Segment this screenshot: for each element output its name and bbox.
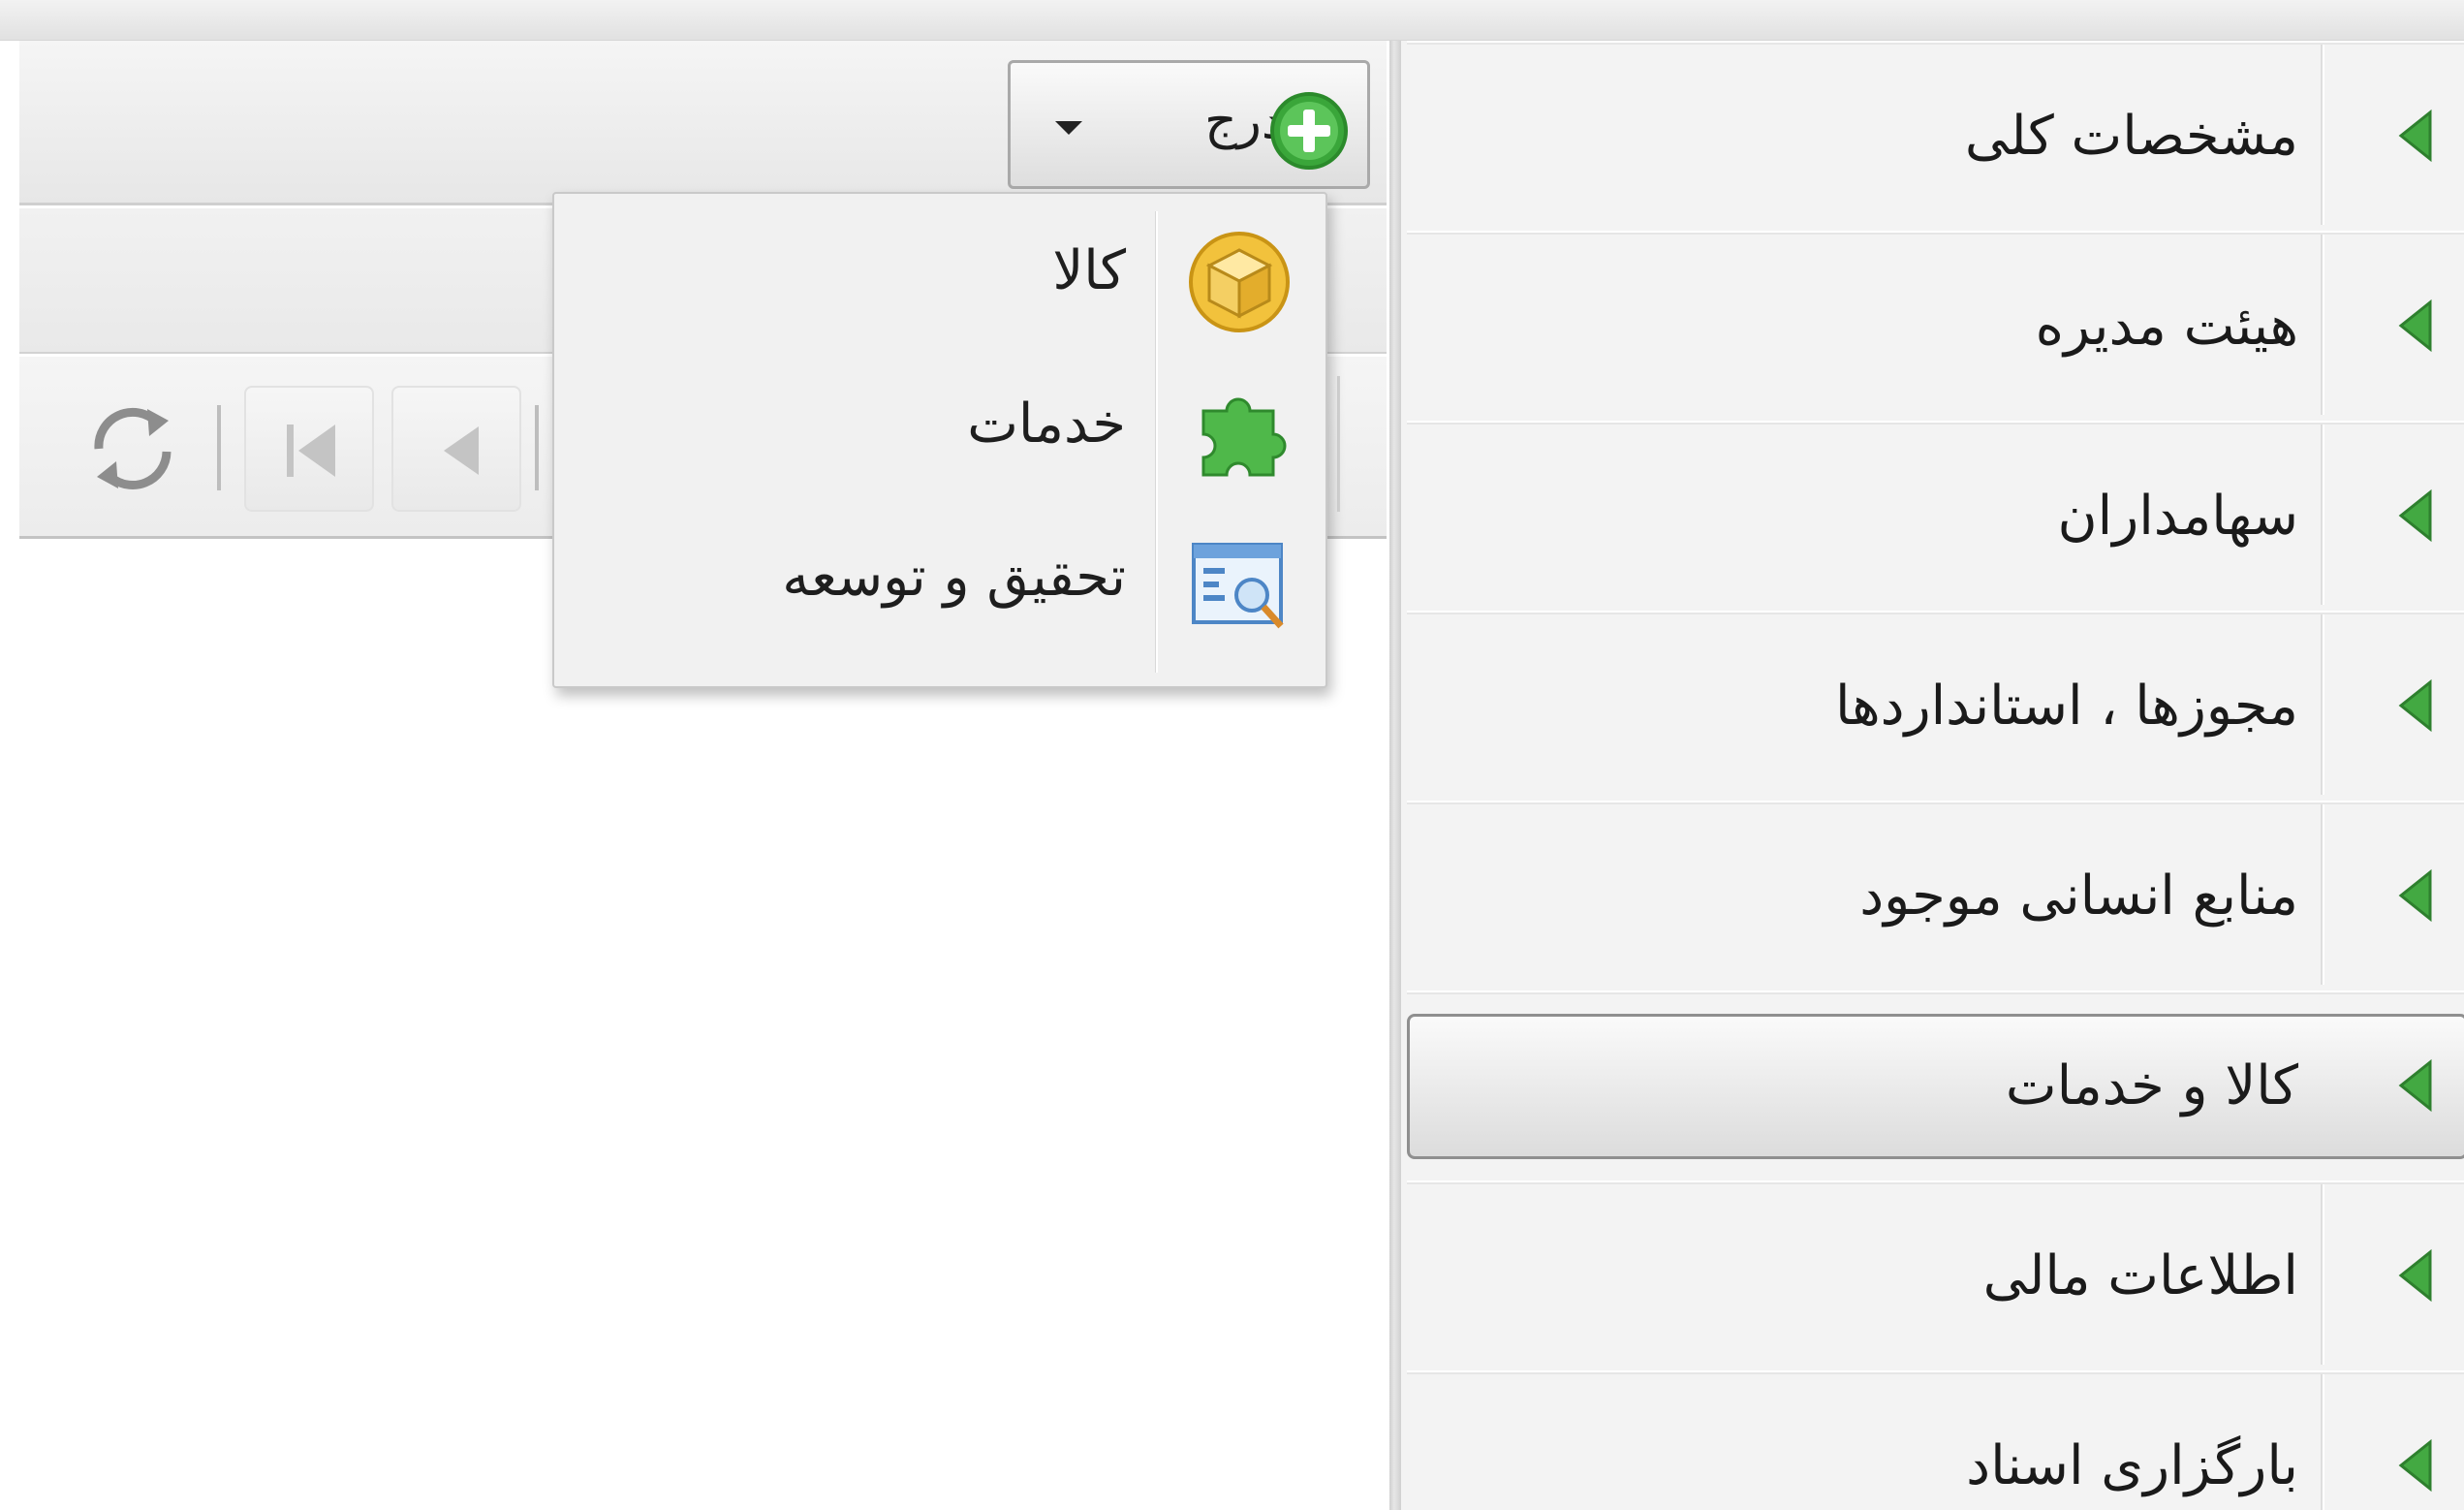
app-window: درج کالا خدمات تحقیق و توسعه مشخصات کلی …	[0, 0, 2464, 1510]
column-divider	[2321, 425, 2324, 605]
toolbar-separator	[535, 405, 539, 490]
arrow-left-icon	[2398, 109, 2432, 163]
column-divider	[2321, 804, 2324, 985]
row-divider	[1407, 41, 2464, 45]
previous-page-button[interactable]	[391, 386, 521, 512]
sidebar-item-board-of-directors[interactable]: هیئت مدیره	[1407, 231, 2464, 415]
row-divider	[1407, 1370, 2464, 1374]
arrow-left-icon	[2398, 868, 2432, 923]
sidebar-item-label: سهامداران	[2057, 485, 2298, 548]
insert-button[interactable]: درج	[1008, 60, 1370, 189]
panel-splitter[interactable]	[1389, 41, 1401, 1510]
insert-dropdown-menu: کالا خدمات تحقیق و توسعه	[552, 192, 1327, 688]
insert-button-label: درج	[1204, 92, 1284, 150]
top-strip	[0, 0, 2464, 41]
toolbar-separator	[217, 405, 221, 490]
box-icon	[1189, 232, 1290, 332]
add-circle-icon	[1270, 92, 1348, 170]
sidebar-item-licenses-standards[interactable]: مجوزها ، استانداردها	[1407, 611, 2464, 795]
search-window-icon	[1192, 543, 1284, 629]
menu-item-services[interactable]: خدمات	[554, 347, 1326, 502]
row-divider	[1407, 611, 2464, 614]
sidebar-item-label: بارگزاری اسناد	[1966, 1434, 2298, 1497]
sidebar-item-label: مجوزها ، استانداردها	[1835, 675, 2298, 738]
sidebar-item-financial-info[interactable]: اطلاعات مالی	[1407, 1180, 2464, 1365]
row-divider	[1407, 231, 2464, 235]
menu-item-research-development[interactable]: تحقیق و توسعه	[554, 500, 1326, 655]
sidebar: مشخصات کلی هیئت مدیره سهامداران مجوزها ،…	[1401, 41, 2464, 1510]
arrow-left-icon	[2398, 678, 2432, 733]
column-divider	[2321, 1374, 2324, 1510]
sidebar-item-shareholders[interactable]: سهامداران	[1407, 421, 2464, 605]
sidebar-item-label: مشخصات کلی	[1964, 105, 2298, 168]
row-divider	[1407, 1180, 2464, 1184]
column-divider	[2321, 1184, 2324, 1365]
row-divider	[1407, 801, 2464, 804]
arrow-left-icon	[2398, 1248, 2432, 1303]
first-page-icon	[287, 425, 335, 477]
arrow-left-icon	[2398, 1058, 2432, 1113]
sidebar-item-document-upload[interactable]: بارگزاری اسناد	[1407, 1370, 2464, 1510]
sidebar-item-general-specs[interactable]: مشخصات کلی	[1407, 41, 2464, 225]
menu-item-label: تحقیق و توسعه	[782, 546, 1126, 609]
pager-edge	[1337, 376, 1384, 512]
sidebar-item-label: اطلاعات مالی	[1982, 1244, 2298, 1307]
sidebar-item-human-resources[interactable]: منابع انسانی موجود	[1407, 801, 2464, 985]
sidebar-item-label: کالا و خدمات	[2005, 1054, 2298, 1117]
refresh-icon[interactable]	[79, 395, 186, 502]
column-divider	[2321, 45, 2324, 225]
first-page-button[interactable]	[244, 386, 374, 512]
sidebar-item-label: هیئت مدیره	[2035, 295, 2298, 358]
column-divider	[2321, 235, 2324, 415]
menu-item-label: خدمات	[967, 393, 1126, 456]
arrow-left-icon	[2398, 1438, 2432, 1493]
column-divider	[2321, 614, 2324, 795]
arrow-left-icon	[2398, 299, 2432, 353]
previous-page-icon	[444, 426, 479, 475]
puzzle-icon	[1201, 397, 1287, 477]
row-divider	[1407, 421, 2464, 425]
menu-item-label: کالا	[1052, 239, 1126, 302]
sidebar-item-label: منابع انسانی موجود	[1859, 865, 2298, 928]
sidebar-item-goods-services[interactable]: کالا و خدمات	[1407, 991, 2464, 1175]
row-divider	[1407, 991, 2464, 994]
chevron-down-icon[interactable]	[1055, 121, 1082, 135]
menu-item-goods[interactable]: کالا	[554, 194, 1326, 349]
arrow-left-icon	[2398, 488, 2432, 543]
